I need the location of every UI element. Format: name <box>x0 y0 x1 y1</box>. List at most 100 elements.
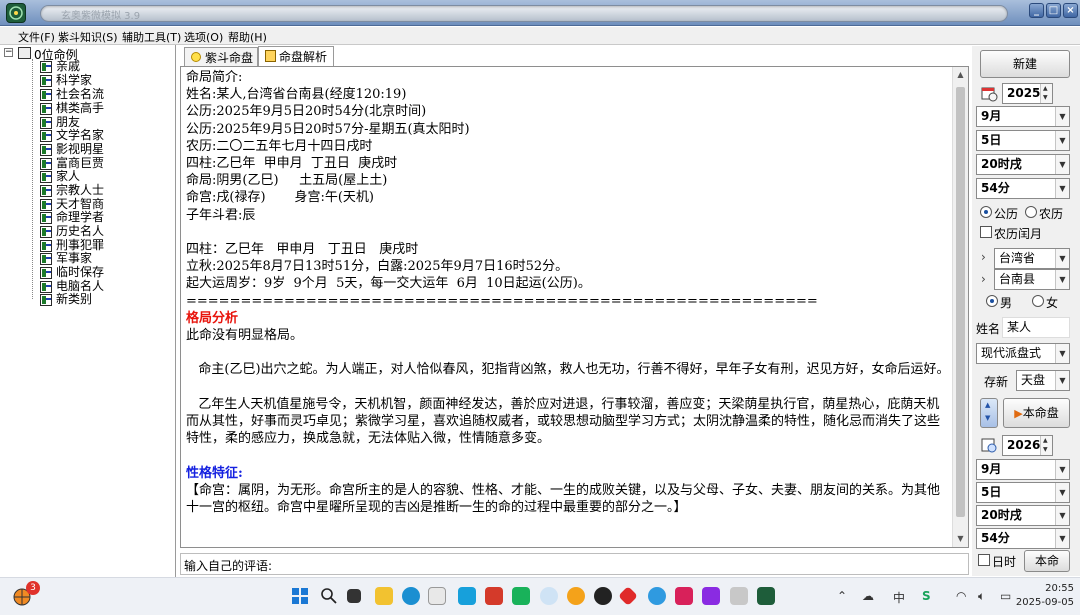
up-down-arrows-icon[interactable] <box>980 398 998 428</box>
intro-line: 命局:阴男(乙巳) 土五局(屋上土) <box>186 173 388 189</box>
tab-analysis-label: 命盘解析 <box>279 50 328 64</box>
wechat-icon[interactable] <box>512 587 530 605</box>
notepad-icon[interactable] <box>428 587 446 605</box>
chevron-down-icon[interactable]: ▼ <box>1055 344 1069 363</box>
chevron-down-icon[interactable]: ▼ <box>1055 506 1069 525</box>
tab-chart[interactable]: 紫斗命盘 <box>184 47 258 66</box>
maximize-button[interactable]: □ <box>1046 3 1061 18</box>
key-icon[interactable] <box>567 587 585 605</box>
control-panel: 新建 2025 9月▼ 5日▼ 20时戌▼ 54分▼ 公历 农历 农历闰月 › … <box>972 46 1080 576</box>
tree-item-label: 临时保存 <box>56 265 105 279</box>
year-input-1[interactable]: 2025 <box>1002 83 1053 104</box>
radio-icon <box>1032 295 1044 307</box>
chevron-down-icon[interactable]: ▼ <box>1055 131 1069 150</box>
chevron-right-icon[interactable]: › <box>981 272 986 286</box>
month-select-2[interactable]: 9月 ▼ <box>976 459 1070 480</box>
year-spin-icon[interactable] <box>1040 436 1052 455</box>
scroll-up-icon[interactable]: ▲ <box>955 69 966 80</box>
system-clock[interactable]: 20:55 2025-09-05 <box>1016 582 1074 610</box>
store-icon[interactable] <box>458 587 476 605</box>
menu-tools[interactable]: 辅助工具(T) <box>122 29 181 45</box>
tree-item-label: 富商巨贾 <box>56 156 105 170</box>
new-button[interactable]: 新建 <box>980 50 1070 78</box>
vertical-scrollbar[interactable]: ▲ ▼ <box>952 67 968 547</box>
chevron-down-icon[interactable]: ▼ <box>1055 371 1069 390</box>
chevron-right-icon[interactable]: › <box>981 250 986 264</box>
province-select[interactable]: 台湾省 ▼ <box>994 248 1070 269</box>
save-select[interactable]: 天盘 ▼ <box>1016 370 1070 391</box>
leap-month-label: 农历闰月 <box>994 227 1043 241</box>
county-select[interactable]: 台南县 ▼ <box>994 269 1070 290</box>
menu-bar: 文件(F) 紫斗知识(S) 辅助工具(T) 选项(O) 帮助(H) <box>0 27 1080 45</box>
cloud-tray-icon[interactable]: ☁ <box>862 589 874 603</box>
intro-line: 命局简介: <box>186 70 243 85</box>
app-icon-purple[interactable] <box>702 587 720 605</box>
ziwei-app-icon[interactable] <box>757 587 775 605</box>
hour-select-2[interactable]: 20时戌 ▼ <box>976 505 1070 526</box>
calendar-icon[interactable] <box>980 84 998 102</box>
folder-book-icon <box>40 61 52 73</box>
collapse-icon[interactable]: − <box>4 48 13 57</box>
menu-knowledge[interactable]: 紫斗知识(S) <box>58 29 118 45</box>
chevron-down-icon[interactable]: ▼ <box>1055 179 1069 198</box>
this-chart-button[interactable]: ▶本命盘 <box>1003 398 1070 428</box>
folder-book-icon <box>40 185 52 197</box>
province-value: 台湾省 <box>999 251 1036 265</box>
checkbox-icon <box>980 226 992 238</box>
qq-icon[interactable] <box>594 587 612 605</box>
minute-select-1[interactable]: 54分 ▼ <box>976 178 1070 199</box>
paragraph-one: 命主(乙巳)出穴之蛇。为人端正，对人恰似春风，犯指背凶煞，救人也无功，行善不得好… <box>186 362 950 378</box>
browser-icon[interactable] <box>648 587 666 605</box>
app-grid-icon[interactable] <box>485 587 503 605</box>
edge-icon[interactable] <box>402 587 420 605</box>
year-spin-icon[interactable] <box>1040 84 1052 103</box>
menu-file[interactable]: 文件(F) <box>18 29 55 45</box>
chevron-down-icon[interactable]: ▼ <box>1055 529 1069 548</box>
chevron-down-icon[interactable]: ▼ <box>1055 155 1069 174</box>
file-explorer-icon[interactable] <box>375 587 393 605</box>
menu-help[interactable]: 帮助(H) <box>228 29 267 45</box>
comment-field[interactable]: 输入自己的评语: <box>180 553 969 575</box>
battery-icon[interactable]: ▭ <box>1000 589 1011 603</box>
volume-icon[interactable]: 🔈︎ <box>978 589 985 604</box>
school-value: 现代派盘式 <box>981 346 1042 360</box>
scroll-down-icon[interactable]: ▼ <box>955 533 966 544</box>
benming-button[interactable]: 本命 <box>1024 550 1070 572</box>
day-select-2[interactable]: 5日 ▼ <box>976 482 1070 503</box>
solar-label: 公历 <box>994 207 1019 221</box>
chevron-down-icon[interactable]: ▼ <box>1055 107 1069 126</box>
media-icon[interactable] <box>675 587 693 605</box>
analysis-text[interactable]: 命局简介: 姓名:某人,台湾省台南县(经度120:19) 公历:2025年9月5日2… <box>186 69 952 516</box>
s-app-icon[interactable]: S <box>922 589 931 603</box>
school-select[interactable]: 现代派盘式 ▼ <box>976 343 1070 364</box>
minimize-button[interactable]: _ <box>1029 3 1044 18</box>
clock-calendar-icon[interactable] <box>980 436 998 454</box>
name-input[interactable]: 某人 <box>1002 317 1070 338</box>
cloud-icon[interactable] <box>540 587 558 605</box>
diamond-icon[interactable] <box>618 586 638 606</box>
play-icon: ▶ <box>1014 407 1023 420</box>
chevron-down-icon[interactable]: ▼ <box>1055 270 1069 289</box>
month-select-1[interactable]: 9月 ▼ <box>976 106 1070 127</box>
chevron-down-icon[interactable]: ▼ <box>1055 460 1069 479</box>
task-view-icon[interactable] <box>347 589 361 603</box>
tab-analysis[interactable]: 命盘解析 <box>258 46 334 67</box>
chevron-up-icon[interactable]: ⌃ <box>837 589 847 603</box>
day-select-1[interactable]: 5日 ▼ <box>976 130 1070 151</box>
scroll-thumb[interactable] <box>956 87 965 517</box>
chevron-down-icon[interactable]: ▼ <box>1055 483 1069 502</box>
ime-indicator[interactable]: 中 <box>893 589 905 606</box>
tree-item-label: 棋类高手 <box>56 101 105 115</box>
chevron-down-icon[interactable]: ▼ <box>1055 249 1069 268</box>
search-icon[interactable] <box>320 587 338 605</box>
tree-item-label: 军事家 <box>56 251 93 265</box>
app-icon-grey[interactable] <box>730 587 748 605</box>
close-button[interactable]: × <box>1063 3 1078 18</box>
folder-book-icon <box>40 226 52 238</box>
menu-options[interactable]: 选项(O) <box>184 29 223 45</box>
minute-select-2[interactable]: 54分 ▼ <box>976 528 1070 549</box>
year-input-2[interactable]: 2026 <box>1002 435 1053 456</box>
hour-select-1[interactable]: 20时戌 ▼ <box>976 154 1070 175</box>
wifi-icon[interactable]: ◠ <box>956 589 966 603</box>
windows-start-icon[interactable] <box>292 588 308 604</box>
